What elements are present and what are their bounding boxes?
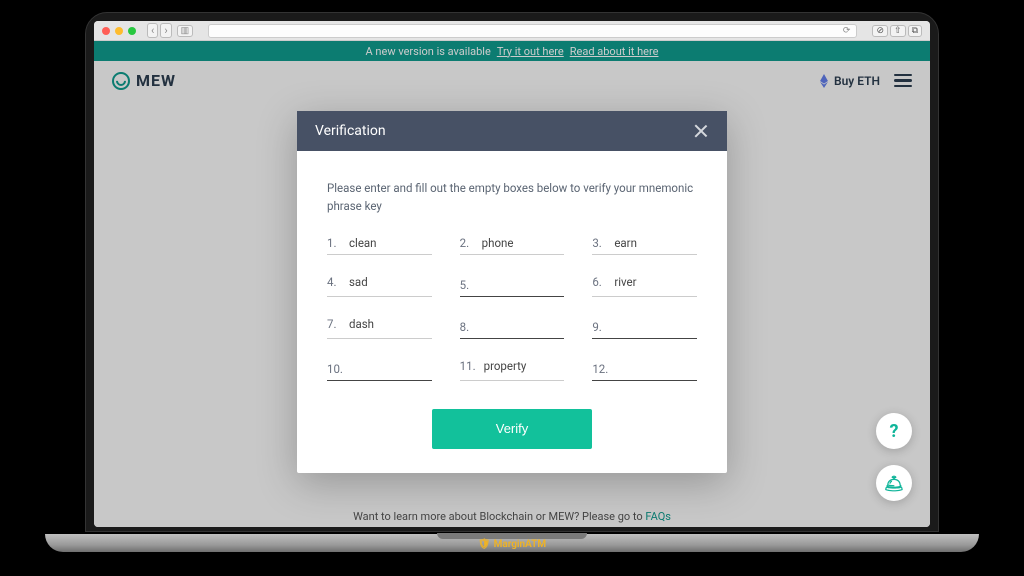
window-controls [102,27,136,35]
mnemonic-word-12[interactable]: 12. [592,359,697,381]
verify-button[interactable]: Verify [432,409,592,449]
word-index: 2. [460,236,474,250]
bell-icon: 🛎 [884,474,904,493]
word-value: dash [349,317,432,331]
forward-button[interactable]: › [160,23,171,38]
share-icon[interactable]: ⇧ [890,25,906,37]
watermark-icon: 🛡 [478,539,491,550]
word-value: earn [614,236,697,250]
toolbar-right: ⊘ ⇧ ⧉ [872,25,922,37]
laptop-bezel: ‹ › ▥ ⟳ ⊘ ⇧ ⧉ A new version is available… [85,12,939,532]
word-value[interactable] [482,275,565,289]
mnemonic-word-7: 7. dash [327,317,432,339]
fab-column: ? 🛎 [876,413,912,501]
url-bar[interactable]: ⟳ [208,24,857,38]
word-index: 8. [460,320,474,334]
laptop-mockup: ‹ › ▥ ⟳ ⊘ ⇧ ⧉ A new version is available… [85,12,939,552]
help-icon: ? [890,421,899,442]
mnemonic-word-2: 2. phone [460,236,565,255]
modal-header: Verification [297,111,727,151]
word-value: sad [349,275,432,289]
verification-modal: Verification Please enter and fill out t… [297,111,727,473]
modal-instruction: Please enter and fill out the empty boxe… [327,179,697,216]
word-index: 7. [327,317,341,331]
mnemonic-word-9[interactable]: 9. [592,317,697,339]
watermark: 🛡 MarginATM [478,539,546,550]
sidebar-toggle-icon[interactable]: ▥ [177,25,194,37]
watermark-text: MarginATM [494,539,546,550]
mnemonic-word-10[interactable]: 10. [327,359,432,381]
help-fab[interactable]: ? [876,413,912,449]
nav-arrows: ‹ › [147,23,172,38]
word-value[interactable] [614,317,697,331]
laptop-screen: ‹ › ▥ ⟳ ⊘ ⇧ ⧉ A new version is available… [94,21,930,527]
modal-title: Verification [315,123,386,139]
word-value: phone [482,236,565,250]
browser-toolbar: ‹ › ▥ ⟳ ⊘ ⇧ ⧉ [94,21,930,41]
word-value[interactable] [351,359,432,373]
mnemonic-word-11: 11. property [460,359,565,381]
close-icon[interactable] [693,123,709,139]
mnemonic-word-4: 4. sad [327,275,432,297]
word-index: 3. [592,236,606,250]
mnemonic-word-5[interactable]: 5. [460,275,565,297]
word-value: property [484,359,565,373]
word-index: 4. [327,275,341,289]
tabs-icon[interactable]: ⧉ [908,25,922,37]
maximize-window-icon[interactable] [128,27,136,35]
mnemonic-word-3: 3. earn [592,236,697,255]
word-index: 6. [592,275,606,289]
concierge-fab[interactable]: 🛎 [876,465,912,501]
back-button[interactable]: ‹ [147,23,158,38]
word-value: clean [349,236,432,250]
word-index: 11. [460,359,476,373]
shield-icon[interactable]: ⊘ [872,25,888,37]
mnemonic-word-6: 6. river [592,275,697,297]
mnemonic-word-1: 1. clean [327,236,432,255]
word-index: 9. [592,320,606,334]
word-value[interactable] [482,317,565,331]
modal-body: Please enter and fill out the empty boxe… [297,151,727,473]
minimize-window-icon[interactable] [115,27,123,35]
reader-mode-icon[interactable]: ⟳ [843,26,851,36]
word-value[interactable] [616,359,697,373]
word-value: river [614,275,697,289]
mnemonic-grid: 1. clean 2. phone 3. earn 4. sad 5. 6. river 7. dash… [327,236,697,381]
word-index: 10. [327,362,343,376]
mnemonic-word-8[interactable]: 8. [460,317,565,339]
word-index: 1. [327,236,341,250]
word-index: 5. [460,278,474,292]
close-window-icon[interactable] [102,27,110,35]
word-index: 12. [592,362,608,376]
page-content: A new version is available Try it out he… [94,41,930,527]
